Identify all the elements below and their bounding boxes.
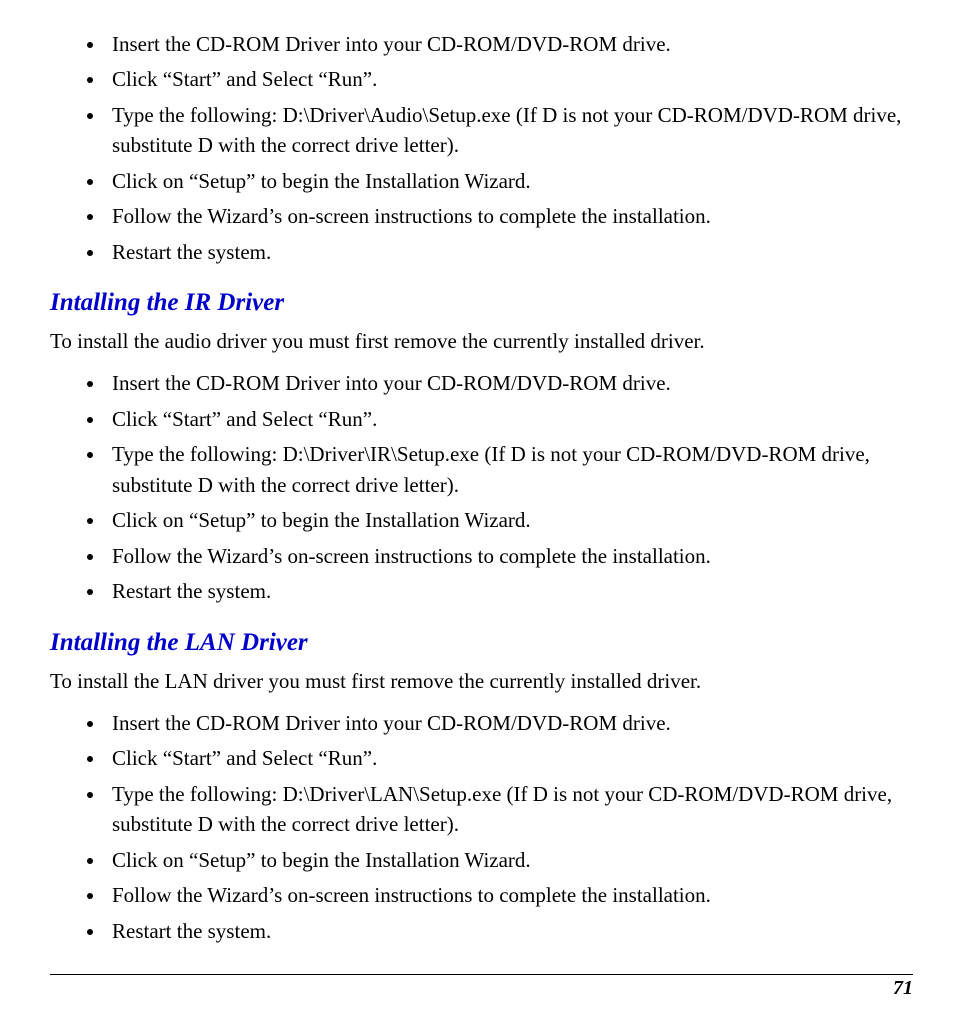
- section-intro: To install the LAN driver you must first…: [50, 667, 913, 696]
- list-item: Restart the system.: [106, 576, 913, 606]
- bullet-list: Insert the CD-ROM Driver into your CD-RO…: [50, 708, 913, 946]
- section-heading-ir: Intalling the IR Driver: [50, 289, 913, 317]
- list-item: Type the following: D:\Driver\LAN\Setup.…: [106, 779, 913, 840]
- list-item: Follow the Wizard’s on-screen instructio…: [106, 541, 913, 571]
- list-item: Click on “Setup” to begin the Installati…: [106, 505, 913, 535]
- list-item: Restart the system.: [106, 237, 913, 267]
- list-item: Insert the CD-ROM Driver into your CD-RO…: [106, 368, 913, 398]
- bullet-list: Insert the CD-ROM Driver into your CD-RO…: [50, 368, 913, 606]
- list-item: Click on “Setup” to begin the Installati…: [106, 166, 913, 196]
- list-item: Click “Start” and Select “Run”.: [106, 64, 913, 94]
- list-item: Click “Start” and Select “Run”.: [106, 404, 913, 434]
- section-intro: To install the audio driver you must fir…: [50, 327, 913, 356]
- section-heading-lan: Intalling the LAN Driver: [50, 629, 913, 657]
- list-item: Click on “Setup” to begin the Installati…: [106, 845, 913, 875]
- list-item: Follow the Wizard’s on-screen instructio…: [106, 880, 913, 910]
- list-item: Type the following: D:\Driver\Audio\Setu…: [106, 100, 913, 161]
- list-item: Insert the CD-ROM Driver into your CD-RO…: [106, 708, 913, 738]
- list-item: Follow the Wizard’s on-screen instructio…: [106, 201, 913, 231]
- page-number: 71: [50, 977, 913, 1000]
- bullet-list: Insert the CD-ROM Driver into your CD-RO…: [50, 29, 913, 267]
- footer-divider: [50, 974, 913, 975]
- list-item: Insert the CD-ROM Driver into your CD-RO…: [106, 29, 913, 59]
- list-item: Type the following: D:\Driver\IR\Setup.e…: [106, 439, 913, 500]
- list-item: Click “Start” and Select “Run”.: [106, 743, 913, 773]
- list-item: Restart the system.: [106, 916, 913, 946]
